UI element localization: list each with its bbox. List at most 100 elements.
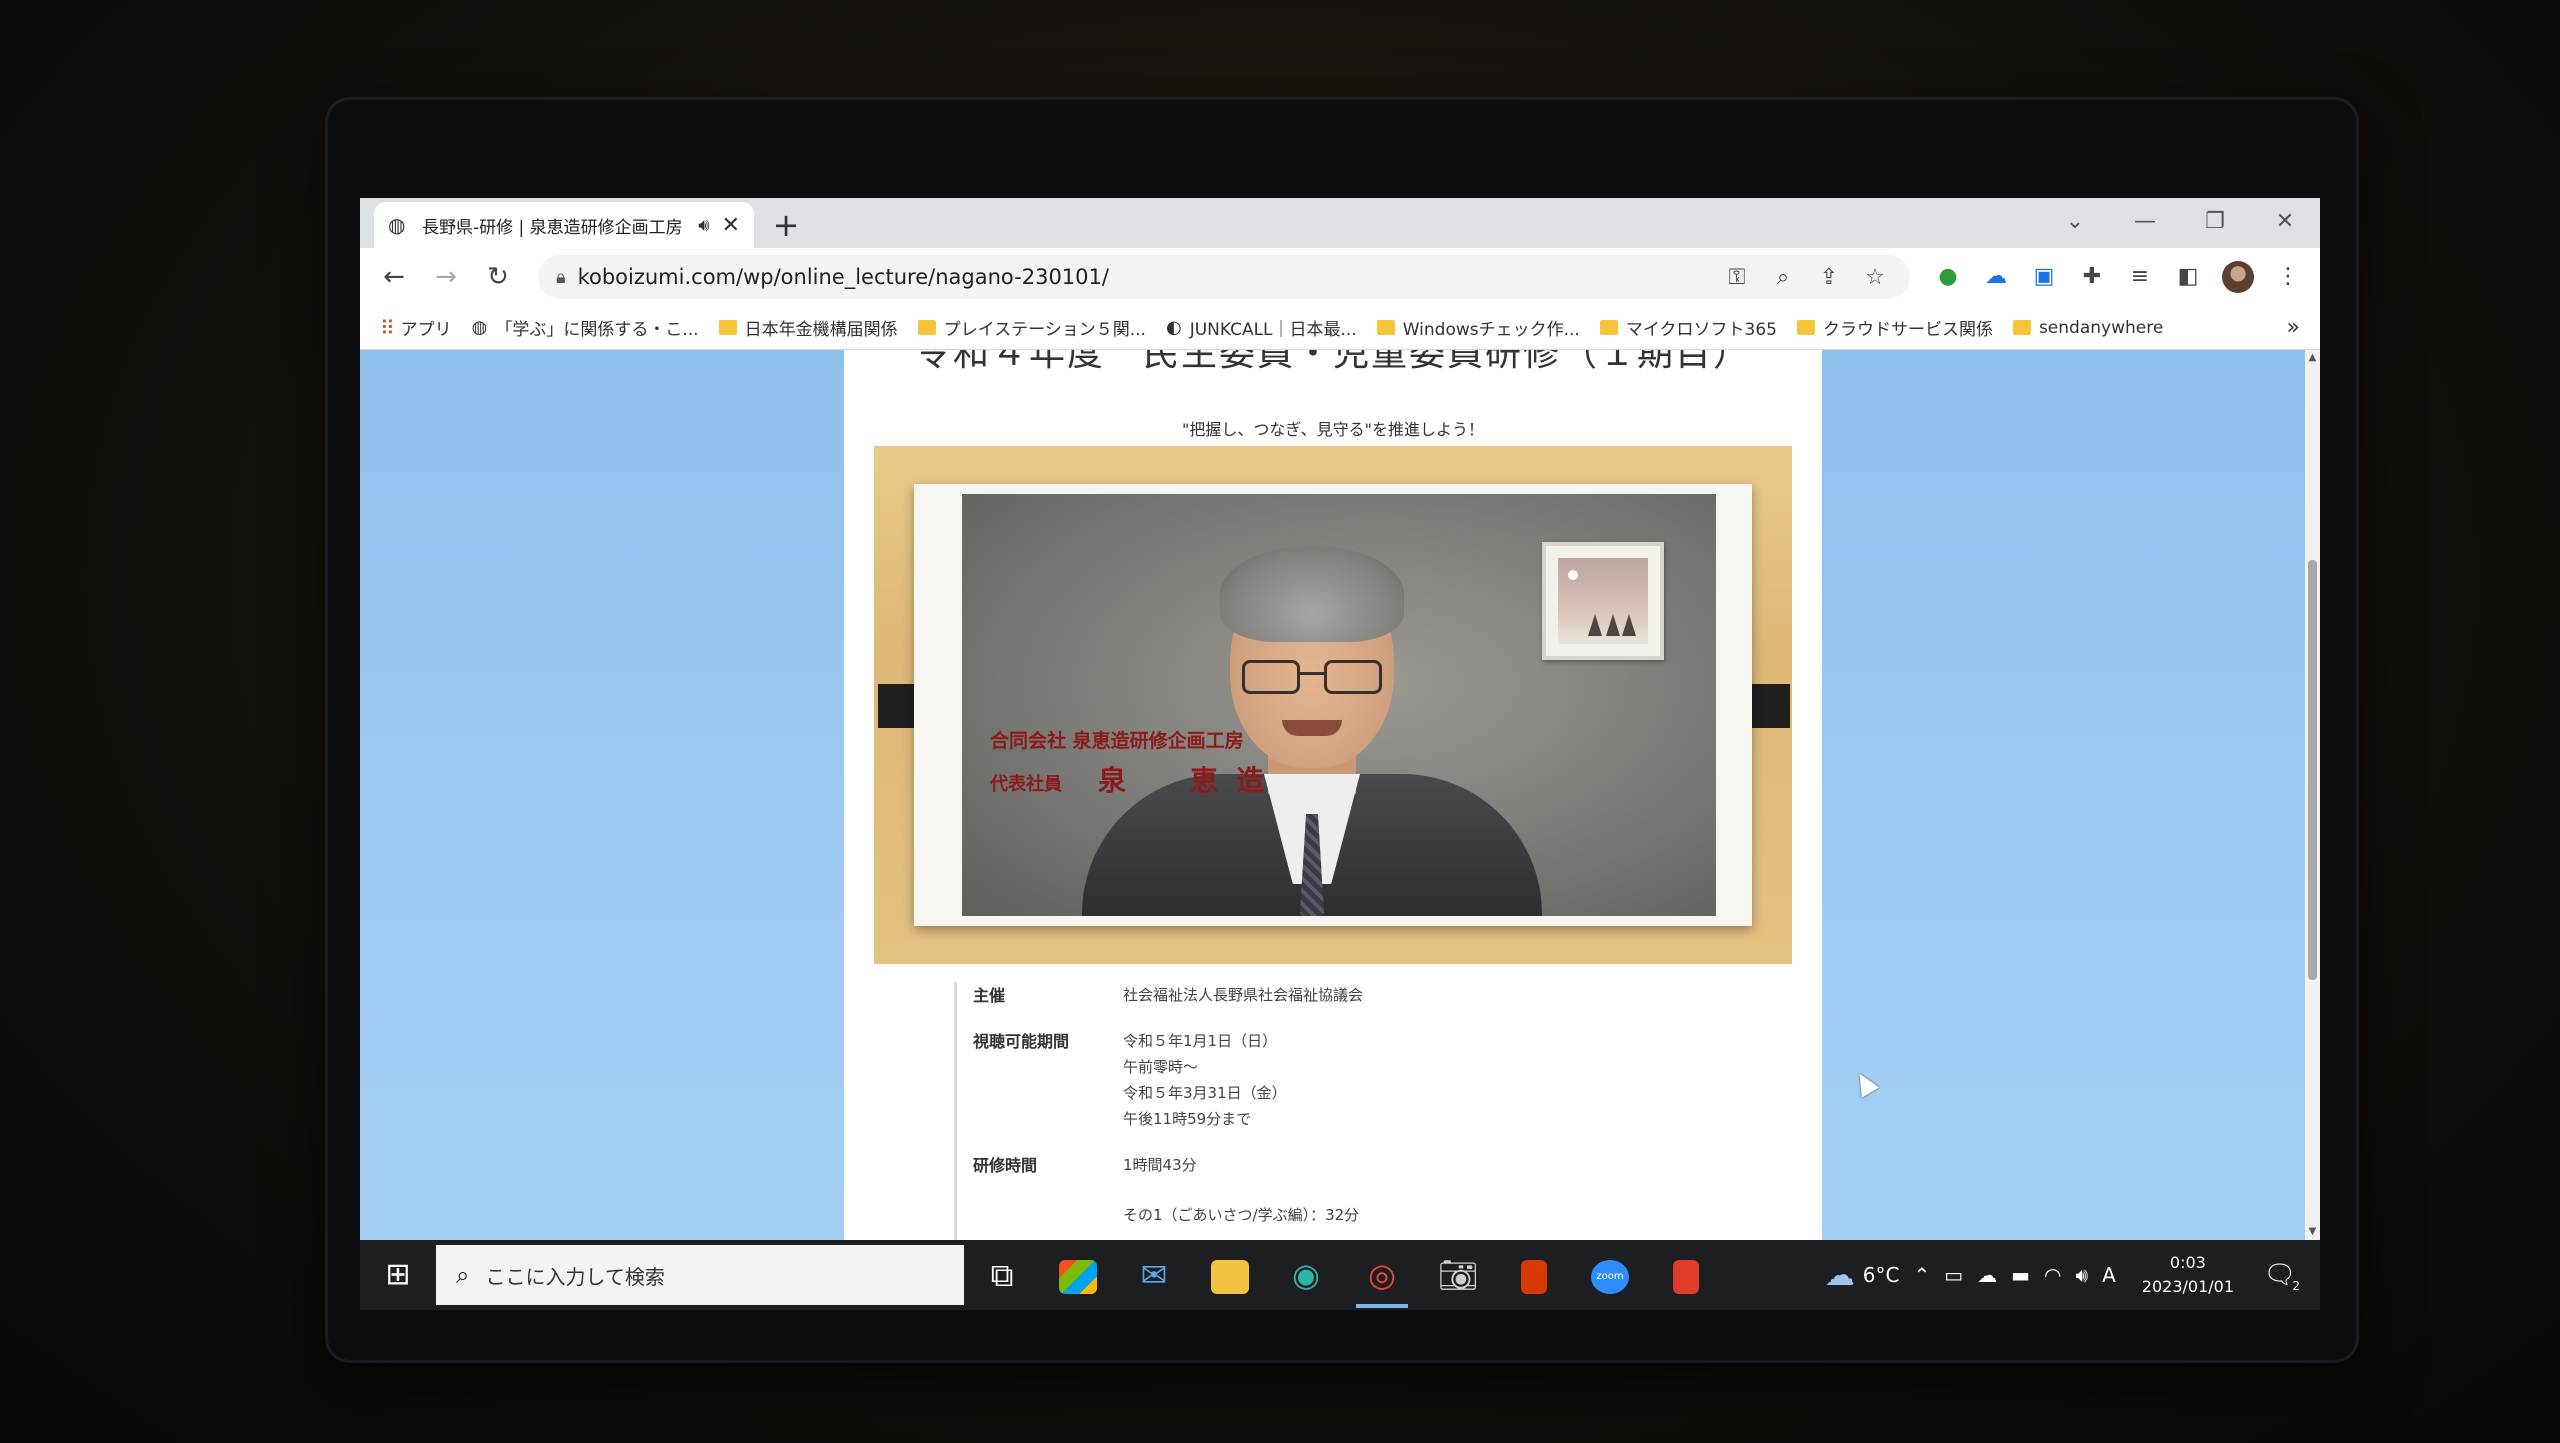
meet-icon[interactable]: ▭ [1944,1263,1963,1287]
info-row: 研修時間 1時間43分 その1（ごあいさつ/学ぶ編）：32分 [973,1152,1754,1228]
zoom-icon[interactable]: ⌕ [1766,265,1800,290]
video-paper: 合同会社 泉恵造研修企画工房 代表社員 泉 恵造 [914,484,1752,926]
wifi-icon[interactable]: ◠ [2044,1263,2061,1287]
bookmarks-overflow-icon[interactable]: » [2287,315,2300,340]
edge-icon[interactable]: ◉ [1268,1240,1344,1310]
caption-company: 合同会社 泉恵造研修企画工房 [990,730,1244,752]
lock-icon[interactable]: 🔒︎ [556,267,566,288]
store-icon[interactable] [1040,1240,1116,1310]
bookmark-sendanywhere[interactable]: sendanywhere [2012,318,2163,338]
restore-button[interactable]: ❐ [2180,198,2250,248]
browser-tab[interactable]: ◍ 長野県-研修 | 泉恵造研修企画工房 🔊︎ ✕ [374,202,754,248]
file-explorer-icon[interactable] [1192,1240,1268,1310]
task-view-icon[interactable]: ⧉ [964,1240,1040,1310]
info-value: 社会福祉法人長野県社会福祉協議会 [1123,986,1364,1004]
presenter [1082,524,1542,916]
extension-cloud-icon[interactable]: ☁ [1976,257,2016,297]
folder-icon [2012,320,2031,335]
tab-title: 長野県-研修 | 泉恵造研修企画工房 [422,217,683,238]
close-tab-icon[interactable]: ✕ [722,213,740,238]
site-icon: ◐ [1165,317,1182,338]
taskbar: ⊞ ⌕ ここに入力して検索 ⧉ ✉ ◉ ◎ 📷︎ zoom ☁ 6°C ⌃ ▭ … [360,1240,2320,1310]
video-player[interactable]: 合同会社 泉恵造研修企画工房 代表社員 泉 恵造 [874,446,1792,964]
content-column: 令和４年度 民生委員・児童委員研修（１期目） "把握し、つなぎ、見守る"を推進し… [844,350,1822,1240]
profile-avatar[interactable] [2222,261,2254,293]
notification-icon[interactable]: 🗨︎ 2 [2260,1255,2300,1295]
back-button[interactable]: ← [372,255,416,299]
chevron-up-icon[interactable]: ⌃ [1913,1263,1930,1287]
menu-kebab-icon[interactable]: ⋮ [2268,257,2308,297]
page-scrollbar[interactable]: ▲ ▼ [2305,350,2320,1240]
folder-icon [1599,320,1618,335]
chrome-icon[interactable]: ◎ [1344,1240,1420,1310]
forward-button[interactable]: → [424,255,468,299]
mouse-cursor [1850,1068,1880,1098]
notification-count: 2 [2292,1279,2300,1293]
onedrive-icon[interactable]: ☁ [1977,1263,1997,1287]
battery-icon[interactable]: ▬ [2011,1263,2030,1287]
search-placeholder: ここに入力して検索 [485,1264,665,1289]
extension-translate-icon[interactable]: ▣ [2024,257,2064,297]
close-window-button[interactable]: ✕ [2250,198,2320,248]
clock[interactable]: 0:03 2023/01/01 [2142,1251,2234,1299]
extension-green-icon[interactable]: ● [1928,257,1968,297]
camera-icon[interactable]: 📷︎ [1420,1240,1496,1310]
bookmarks-bar: ⠿ アプリ ◍ 「学ぶ」に関係する・こ... 日本年金機構届関係 プレイステーション… [360,306,2320,350]
bookmark-windows[interactable]: Windowsチェック作... [1376,315,1580,340]
scroll-down-icon[interactable]: ▼ [2305,1224,2320,1240]
page-title: 令和４年度 民生委員・児童委員研修（１期目） [914,350,1751,374]
side-panel-icon[interactable]: ◧ [2168,257,2208,297]
bookmark-nenkin[interactable]: 日本年金機構届関係 [718,315,898,340]
browser-toolbar: ← → ↻ 🔒︎ koboizumi.com/wp/online_lecture… [360,248,2320,306]
folder-icon [1796,320,1815,335]
bookmark-ps5[interactable]: プレイステーション５関... [917,315,1146,340]
taskbar-search[interactable]: ⌕ ここに入力して検索 [436,1245,964,1305]
windows-start-icon[interactable]: ⊞ [360,1240,436,1310]
share-icon[interactable]: ⇪ [1812,265,1846,290]
page-subtitle: "把握し、つなぎ、見守る"を推進しよう！ [1182,420,1484,439]
new-tab-button[interactable]: + [764,204,808,248]
bookmark-ms365[interactable]: マイクロソフト365 [1599,315,1777,340]
mail-icon[interactable]: ✉ [1116,1240,1192,1310]
minimize-button[interactable]: — [2110,198,2180,248]
ime-indicator[interactable]: A [2102,1263,2116,1287]
caption-role: 代表社員 [990,774,1062,795]
weather-widget[interactable]: ☁ 6°C [1825,1258,1900,1293]
bookmark-junkcall[interactable]: ◐ JUNKCALL｜日本最... [1166,315,1357,340]
screen: ◍ 長野県-研修 | 泉恵造研修企画工房 🔊︎ ✕ + ⌄ — ❐ ✕ ← → … [360,198,2320,1310]
office-icon[interactable] [1496,1240,1572,1310]
reload-button[interactable]: ↻ [476,255,520,299]
info-value: 1時間43分 その1（ごあいさつ/学ぶ編）：32分 [1123,1156,1360,1224]
weather-temp: 6°C [1862,1263,1900,1287]
info-label: 研修時間 [973,1156,1038,1175]
info-table: 主催 社会福祉法人長野県社会福祉協議会 視聴可能期間 令和５年1月1日（日） 午… [954,982,1754,1240]
search-icon: ⌕ [456,1261,470,1289]
bookmark-cloud[interactable]: クラウドサービス関係 [1796,315,1993,340]
zoom-app-icon[interactable]: zoom [1572,1240,1648,1310]
info-row: 視聴可能期間 令和５年1月1日（日） 午前零時～ 令和５年3月31日（金） 午後… [973,1028,1754,1132]
video-caption: 合同会社 泉恵造研修企画工房 代表社員 泉 恵造 [990,726,1282,799]
window-controls: ⌄ — ❐ ✕ [2040,198,2320,248]
scroll-up-icon[interactable]: ▲ [2305,350,2320,366]
bookmark-apps[interactable]: ⠿ アプリ [380,315,452,341]
office-alt-icon[interactable] [1648,1240,1724,1310]
speaker-icon[interactable]: 🔊︎ [698,215,709,236]
key-icon[interactable]: ⚿ [1720,265,1754,290]
tab-search-button[interactable]: ⌄ [2040,198,2110,248]
bookmark-manabu[interactable]: ◍ 「学ぶ」に関係する・こ... [472,315,699,340]
address-bar[interactable]: 🔒︎ koboizumi.com/wp/online_lecture/nagan… [538,255,1910,299]
info-row: 主催 社会福祉法人長野県社会福祉協議会 [973,982,1754,1008]
url-text[interactable]: koboizumi.com/wp/online_lecture/nagano-2… [578,265,1708,289]
info-label: 視聴可能期間 [973,1032,1070,1051]
media-controls-icon[interactable]: ≡ [2120,257,2160,297]
bookmark-star-icon[interactable]: ☆ [1858,265,1892,290]
cloud-icon: ☁ [1824,1257,1855,1293]
system-tray: ☁ 6°C ⌃ ▭ ☁ ▬ ◠ 🔊︎ A 0:03 2023/01/01 🗨︎ 2 [1825,1251,2320,1299]
globe-icon: ◍ [471,317,488,338]
globe-icon: ◍ [388,213,406,237]
volume-icon[interactable]: 🔊︎ [2075,1263,2088,1287]
folder-icon [1376,320,1395,335]
scrollbar-thumb[interactable] [2308,560,2317,980]
info-label: 主催 [973,986,1006,1005]
extensions-puzzle-icon[interactable]: ✚ [2072,257,2112,297]
